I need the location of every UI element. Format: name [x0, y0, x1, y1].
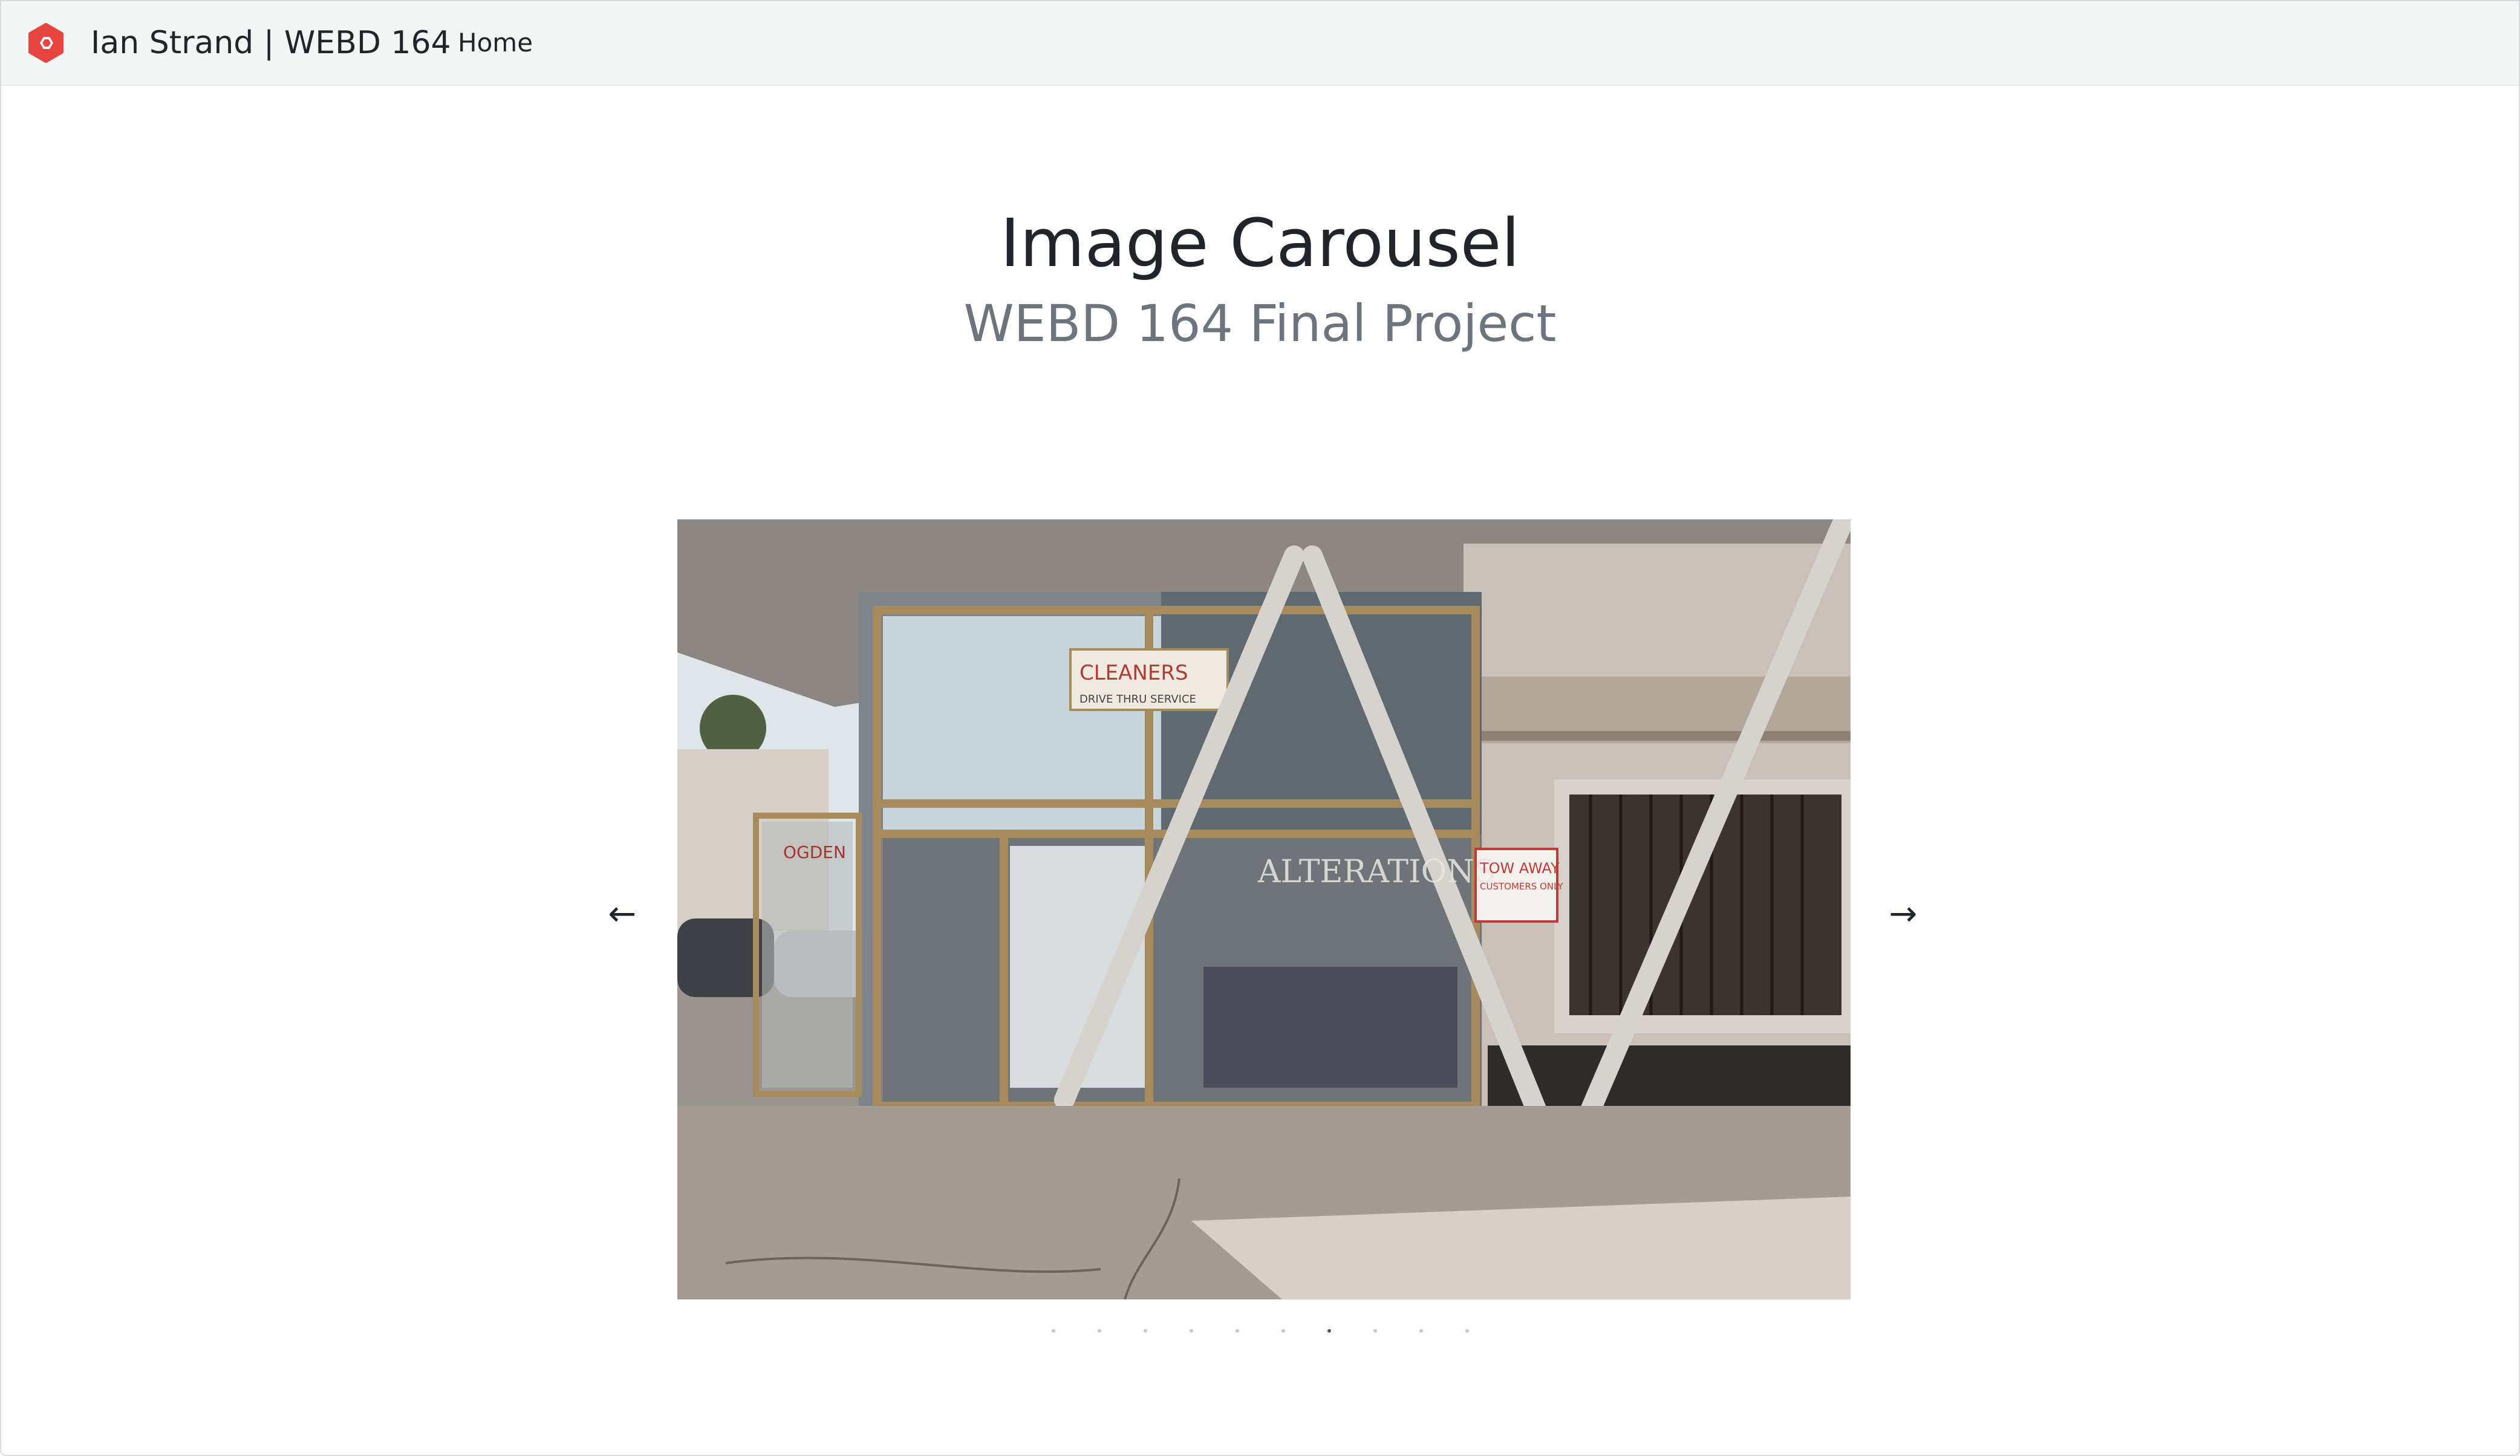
carousel-indicator-dot[interactable] [1143, 1329, 1147, 1333]
carousel-indicator-dot[interactable] [1281, 1329, 1285, 1333]
carousel-indicator-dot[interactable] [1189, 1329, 1193, 1333]
tow-sign-text-1: TOW AWAY [1479, 860, 1560, 877]
carousel-indicator-dot[interactable] [1235, 1329, 1239, 1333]
page-title: Image Carousel [1000, 204, 1520, 282]
page-subtitle: WEBD 164 Final Project [963, 294, 1557, 353]
tow-sign-text-2: CUSTOMERS ONLY [1480, 881, 1563, 892]
carousel-indicator-dot[interactable] [1419, 1329, 1423, 1333]
carousel-next-button[interactable]: → [1879, 896, 1927, 932]
window-sign-subtext: DRIVE THRU SERVICE [1079, 693, 1196, 706]
hexagon-logo-icon[interactable] [26, 23, 66, 63]
carousel-prev-button[interactable]: ← [598, 896, 646, 932]
window-lettering-text: ALTERATIONS [1257, 854, 1496, 890]
carousel-indicator-dot[interactable] [1051, 1329, 1055, 1333]
door-sign-text: OGDEN [783, 842, 846, 862]
carousel-indicator-dot[interactable] [1097, 1329, 1101, 1333]
carousel-slide-image: OGDEN CLEANERS DRIVE THRU SERVICE ALTERA… [677, 519, 1851, 1299]
carousel-indicator-dot[interactable] [1327, 1329, 1331, 1333]
carousel-indicator-dot[interactable] [1373, 1329, 1377, 1333]
top-navbar: Ian Strand | WEBD 164 Home [1, 1, 2519, 86]
browser-page: Ian Strand | WEBD 164 Home Image Carouse… [0, 0, 2520, 1456]
nav-link-home[interactable]: Home [458, 25, 533, 60]
carousel-indicator-dot[interactable] [1465, 1329, 1469, 1333]
brand-title[interactable]: Ian Strand | WEBD 164 [91, 23, 451, 63]
window-sign-text: CLEANERS [1079, 661, 1188, 685]
storefront-photo: OGDEN CLEANERS DRIVE THRU SERVICE ALTERA… [677, 519, 1851, 1299]
carousel-indicators [1, 1329, 2519, 1336]
